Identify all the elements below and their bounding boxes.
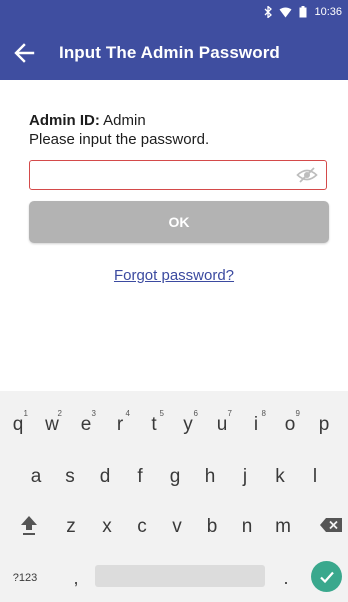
battery-icon: [299, 6, 307, 18]
key-h[interactable]: h: [194, 455, 226, 495]
key-hint: 9: [295, 409, 300, 418]
key-s[interactable]: s: [54, 455, 86, 495]
key-label: v: [172, 516, 182, 537]
key-m[interactable]: m: [267, 505, 299, 545]
key-label: d: [99, 466, 111, 487]
key-e[interactable]: e3: [70, 403, 102, 443]
backspace-key[interactable]: [316, 510, 346, 540]
admin-id-value: Admin: [103, 112, 146, 129]
key-hint: 2: [57, 409, 62, 418]
back-arrow-icon: [14, 43, 35, 63]
key-label: u: [216, 414, 228, 435]
key-label: t: [151, 414, 157, 435]
key-hint: 4: [125, 409, 130, 418]
key-label: r: [116, 414, 124, 435]
key-label: c: [137, 516, 147, 537]
key-hint: 3: [91, 409, 96, 418]
key-label: g: [169, 466, 181, 487]
key-label: e: [80, 414, 92, 435]
key-g[interactable]: g: [159, 455, 191, 495]
wifi-icon: [279, 7, 292, 17]
ok-button[interactable]: OK: [29, 201, 329, 243]
key-q[interactable]: q1: [2, 403, 34, 443]
key-j[interactable]: j: [229, 455, 261, 495]
key-label: p: [318, 414, 330, 435]
key-hint: 6: [193, 409, 198, 418]
key-label: s: [65, 466, 75, 487]
key-k[interactable]: k: [264, 455, 296, 495]
key-label: k: [275, 466, 285, 487]
key-label: f: [137, 466, 143, 487]
password-input[interactable]: [36, 165, 290, 187]
key-a[interactable]: a: [20, 455, 52, 495]
status-bar: 10:36: [0, 0, 348, 26]
key-v[interactable]: v: [161, 505, 193, 545]
key-label: o: [284, 414, 296, 435]
key-p[interactable]: p: [308, 403, 340, 443]
page-title: Input The Admin Password: [59, 43, 280, 62]
key-label: a: [30, 466, 42, 487]
key-z[interactable]: z: [55, 505, 87, 545]
admin-id-label: Admin ID:: [29, 112, 100, 129]
bluetooth-icon: [265, 6, 273, 18]
backspace-icon: [320, 518, 342, 532]
space-bar[interactable]: [95, 565, 265, 587]
key-b[interactable]: b: [196, 505, 228, 545]
key-o[interactable]: o9: [274, 403, 306, 443]
key-label: q: [12, 414, 24, 435]
key-i[interactable]: i8: [240, 403, 272, 443]
comma-key[interactable]: ,: [66, 563, 86, 593]
key-l[interactable]: l: [299, 455, 331, 495]
key-x[interactable]: x: [91, 505, 123, 545]
forgot-password-link[interactable]: Forgot password?: [0, 267, 348, 284]
key-label: i: [253, 414, 259, 435]
key-label: m: [275, 516, 291, 537]
key-hint: 5: [159, 409, 164, 418]
key-r[interactable]: r4: [104, 403, 136, 443]
key-label: b: [206, 516, 218, 537]
key-label: l: [312, 466, 318, 487]
key-w[interactable]: w2: [36, 403, 68, 443]
key-n[interactable]: n: [231, 505, 263, 545]
key-hint: 8: [261, 409, 266, 418]
shift-icon: [21, 516, 37, 535]
key-label: n: [241, 516, 253, 537]
password-prompt: Please input the password.: [29, 131, 210, 148]
key-u[interactable]: u7: [206, 403, 238, 443]
admin-id-line: Admin ID: Admin: [29, 112, 146, 129]
key-label: x: [102, 516, 112, 537]
key-f[interactable]: f: [124, 455, 156, 495]
key-c[interactable]: c: [126, 505, 158, 545]
symbols-key[interactable]: ?123: [6, 563, 44, 593]
eye-off-icon: [296, 167, 318, 183]
key-t[interactable]: t5: [138, 403, 170, 443]
password-field[interactable]: [29, 160, 327, 190]
period-key[interactable]: .: [276, 563, 296, 593]
toggle-visibility-button[interactable]: [296, 166, 318, 184]
key-label: y: [183, 414, 193, 435]
key-label: h: [204, 466, 216, 487]
key-hint: 1: [23, 409, 28, 418]
back-button[interactable]: [12, 40, 38, 66]
status-icons: 10:36: [264, 6, 342, 18]
key-label: j: [242, 466, 248, 487]
shift-key[interactable]: [14, 510, 44, 540]
enter-key[interactable]: [311, 561, 342, 592]
key-label: z: [66, 516, 76, 537]
status-time: 10:36: [314, 6, 342, 18]
checkmark-icon: [319, 571, 334, 583]
app-bar: Input The Admin Password: [0, 26, 348, 80]
key-hint: 7: [227, 409, 232, 418]
key-y[interactable]: y6: [172, 403, 204, 443]
key-d[interactable]: d: [89, 455, 121, 495]
